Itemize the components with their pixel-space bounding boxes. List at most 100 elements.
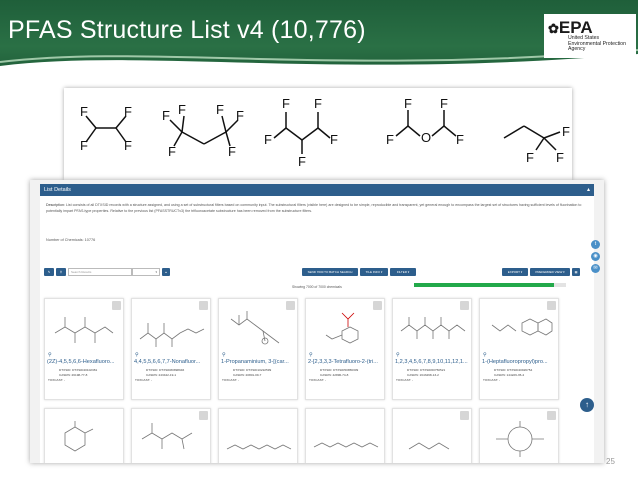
chemical-structure-image (141, 423, 193, 450)
banner-wave-decoration (0, 49, 638, 78)
sort-icon[interactable]: ▴ (162, 268, 170, 276)
epa-agency-name: United States Environmental Protection A… (568, 35, 626, 53)
svg-text:F: F (298, 154, 306, 169)
zoom-icon[interactable]: ⚲ (135, 352, 139, 358)
svg-text:F: F (556, 150, 564, 165)
chemical-structure-image (496, 421, 544, 457)
svg-text:F: F (228, 144, 236, 159)
scroll-to-top-button[interactable]: ↑ (580, 398, 594, 412)
chemical-card[interactable]: ⚲ 1,2,3,4,5,6,7,8,9,10,11,12,1... DTXSID… (392, 298, 472, 400)
title-banner: PFAS Structure List v4 (10,776) ✿EPA Uni… (0, 0, 638, 78)
chemical-name-link[interactable]: 2-[2,3,3,3-Tetrafluoro-2-(tri... (308, 359, 384, 365)
send-to-batch-search-button[interactable]: SEND 7000 TO BATCH SEARCH (302, 268, 358, 276)
chemical-name-link[interactable]: (2Z)-4,5,5,6,6-Hexafluoro... (47, 359, 123, 365)
casrn: CASRN: 144229-35-4 (494, 373, 525, 377)
slide-page-number: 25 (606, 457, 615, 466)
chemical-structure-image (408, 442, 450, 450)
preferred-view-button[interactable]: PREFERRED VIEW ▾ (530, 268, 570, 276)
chemical-name-link[interactable]: 1-(Heptafluoropropyl)pro... (482, 359, 558, 365)
zoom-icon[interactable]: ⚲ (309, 352, 313, 358)
chemical-structure-image (230, 311, 280, 345)
chemical-card[interactable] (44, 408, 124, 463)
export-button[interactable]: EXPORT ▾ (502, 268, 528, 276)
grid-view-icon[interactable]: ▦ (572, 268, 580, 276)
chemical-card[interactable] (218, 408, 298, 463)
toxcast: TOXCAST: - (135, 378, 152, 382)
chemical-card-grid: ⚲ (2Z)-4,5,5,6,6-Hexafluoro... DTXSID: D… (44, 298, 580, 463)
svg-text:F: F (80, 104, 88, 119)
zoom-icon[interactable]: ⚲ (396, 352, 400, 358)
svg-text:F: F (404, 96, 412, 111)
chemical-structure-image (313, 442, 379, 448)
results-select[interactable]: ▾ (132, 268, 160, 276)
toxcast: TOXCAST: - (48, 378, 65, 382)
results-progress-bar (414, 283, 566, 287)
showing-count: Showing 7000 of 7000 chemicals (292, 285, 342, 289)
svg-text:F: F (562, 124, 570, 139)
chemical-card[interactable] (305, 408, 385, 463)
email-icon[interactable]: ✉ (591, 264, 600, 273)
dtxsid: DTXSID: DTXSID40102381 (59, 368, 98, 372)
svg-text:F: F (162, 108, 170, 123)
svg-text:F: F (314, 96, 322, 111)
epa-logo-box: ✿EPA United States Environmental Protect… (544, 14, 636, 58)
filter-button[interactable]: FILTER ▾ (390, 268, 416, 276)
dtxsid: DTXSID: DTXSID40926754 (494, 368, 533, 372)
chemical-card[interactable] (479, 408, 559, 463)
svg-text:F: F (264, 132, 272, 147)
chemical-name-link[interactable]: 1,2,3,4,5,6,7,8,9,10,11,12,1... (395, 359, 471, 365)
casrn: CASRN: 1643498-13-2 (407, 373, 439, 377)
number-of-chemicals: Number of Chemicals: 10776 (46, 238, 96, 242)
svg-text:F: F (168, 144, 176, 159)
chemical-structure-image (139, 323, 205, 347)
chemical-card[interactable] (392, 408, 472, 463)
chemical-name-link[interactable]: 4,4,5,5,6,6,7,7-Nonafluor... (134, 359, 210, 365)
chemical-card[interactable]: ⚲ 1-(Heptafluoropropyl)pro... DTXSID: DT… (479, 298, 559, 400)
list-description: Description: List consists of all DTXSID… (46, 203, 582, 213)
svg-text:F: F (80, 138, 88, 153)
dtxsid: DTXSID: DTXSID50856309 (320, 368, 359, 372)
dtxsid: DTXSID: DTXSID80898946 (146, 368, 185, 372)
toxcast: TOXCAST: - (483, 378, 500, 382)
list-details-header[interactable]: List Details ▴ (40, 184, 594, 196)
chemical-card[interactable]: ⚲ (2Z)-4,5,5,6,6-Hexafluoro... DTXSID: D… (44, 298, 124, 400)
zoom-icon[interactable]: ⚲ (483, 352, 487, 358)
share-icon[interactable]: ◉ (591, 252, 600, 261)
tile-info-button[interactable]: TILE INFO ▾ (360, 268, 388, 276)
substructure-filters-image: F F F F F F F F F F F F F F F O F F F F (64, 88, 572, 180)
casrn: CASRN: 26198-77-8 (59, 373, 88, 377)
svg-text:F: F (124, 104, 132, 119)
search-results-input[interactable]: Search Results (68, 268, 132, 276)
slide: PFAS Structure List v4 (10,776) ✿EPA Uni… (0, 0, 638, 478)
toxcast: TOXCAST: - (396, 378, 413, 382)
svg-text:F: F (330, 132, 338, 147)
svg-text:F: F (124, 138, 132, 153)
chemical-structure-image (400, 317, 466, 339)
chemical-structure-image (226, 444, 292, 450)
dtxsid: DTXSID: DTXSID10222599 (233, 368, 272, 372)
slide-title: PFAS Structure List v4 (10,776) (8, 16, 366, 44)
chemical-card[interactable] (131, 408, 211, 463)
svg-text:F: F (236, 108, 244, 123)
svg-text:O: O (421, 130, 431, 145)
substructure-diagrams: F F F F F F F F F F F F F F F O F F F F (80, 96, 570, 169)
side-share-icons: t ◉ ✉ (591, 240, 601, 276)
chemical-card[interactable]: ⚲ 1-Propanaminium, 3-[(car... DTXSID: DT… (218, 298, 298, 400)
list-details-panel: List Details ▴ Description: List consist… (40, 184, 594, 463)
zoom-icon[interactable]: ⚲ (222, 352, 226, 358)
dtxsid: DTXSID: DTXSID60750521 (407, 368, 446, 372)
results-toolbar: ✎ ⚲ Search Results ▾ ▴ SEND 7000 TO BATC… (44, 268, 580, 278)
search-icon[interactable]: ⚲ (56, 268, 66, 276)
svg-text:F: F (216, 102, 224, 117)
twitter-icon[interactable]: t (591, 240, 600, 249)
svg-text:F: F (440, 96, 448, 111)
chemical-card[interactable]: ⚲ 2-[2,3,3,3-Tetrafluoro-2-(tri... DTXSI… (305, 298, 385, 400)
edit-icon[interactable]: ✎ (44, 268, 54, 276)
casrn: CASRN: 243442-19-1 (146, 373, 177, 377)
chemical-card[interactable]: ⚲ 4,4,5,5,6,6,7,7-Nonafluor... DTXSID: D… (131, 298, 211, 400)
svg-text:F: F (282, 96, 290, 111)
svg-text:F: F (526, 150, 534, 165)
chemical-name-link[interactable]: 1-Propanaminium, 3-[(car... (221, 359, 297, 365)
zoom-icon[interactable]: ⚲ (48, 352, 52, 358)
chevron-up-icon[interactable]: ▴ (587, 186, 590, 193)
